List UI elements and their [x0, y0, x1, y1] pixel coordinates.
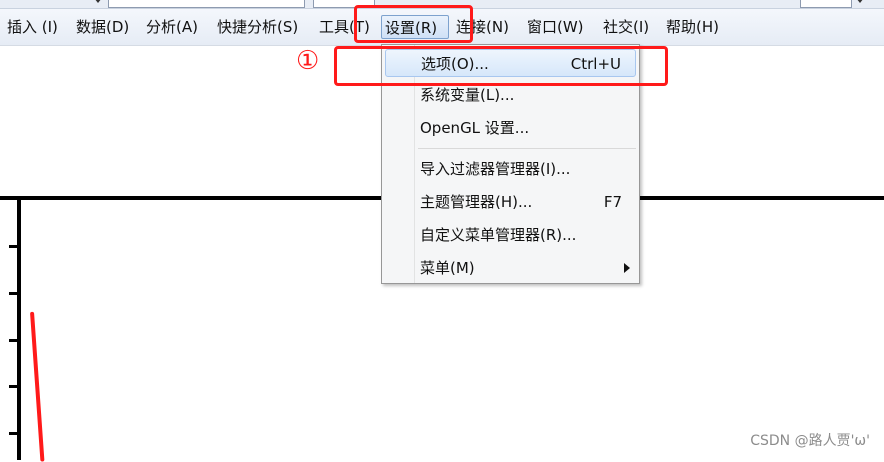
- menu-window[interactable]: 窗口(W): [524, 15, 587, 39]
- menu-insert[interactable]: 插入 (I): [4, 15, 61, 39]
- watermark: CSDN @路人贾'ω': [750, 433, 870, 449]
- axis-tick: [9, 245, 18, 248]
- annotation-step-marker: ①: [296, 46, 320, 76]
- axis-tick: [9, 292, 18, 295]
- toolbar-dropdown-arrow-icon[interactable]: [94, 0, 102, 3]
- axis-tick: [9, 385, 18, 388]
- menu-separator: [418, 148, 636, 149]
- annotation-box-options-item: [334, 46, 668, 86]
- menu-item-label: 导入过滤器管理器(I)...: [420, 160, 571, 178]
- toolbar-combo-box[interactable]: [108, 0, 305, 8]
- menu-item-label: 菜单(M): [420, 259, 475, 277]
- menu-item-import-filter-manager[interactable]: 导入过滤器管理器(I)...: [385, 155, 636, 183]
- toolbar-dropdown-arrow-icon-2[interactable]: [856, 0, 864, 3]
- menu-social[interactable]: 社交(I): [600, 15, 652, 39]
- submenu-arrow-icon: [624, 263, 630, 273]
- graph-frame-left-edge: [17, 196, 21, 460]
- menu-item-menu[interactable]: 菜单(M): [385, 254, 636, 282]
- toolbar-combo-box-3[interactable]: [800, 0, 852, 8]
- menu-item-opengl-settings[interactable]: OpenGL 设置...: [385, 114, 636, 142]
- red-annotation-stroke: [30, 311, 45, 462]
- menu-item-theme-manager[interactable]: 主题管理器(H)... F7: [385, 188, 636, 216]
- menu-data[interactable]: 数据(D): [73, 15, 132, 39]
- axis-tick: [9, 432, 18, 435]
- annotation-box-settings-menu: [354, 5, 473, 43]
- menu-quick-analysis[interactable]: 快捷分析(S): [214, 15, 301, 39]
- menu-item-label: 自定义菜单管理器(R)...: [420, 226, 577, 244]
- menu-help[interactable]: 帮助(H): [663, 15, 722, 39]
- menu-item-shortcut: F7: [603, 193, 622, 211]
- menu-item-label: 主题管理器(H)...: [420, 193, 533, 211]
- axis-tick: [9, 339, 18, 342]
- menu-item-custom-menu-manager[interactable]: 自定义菜单管理器(R)...: [385, 221, 636, 249]
- menu-item-label: OpenGL 设置...: [420, 119, 530, 137]
- menu-analysis[interactable]: 分析(A): [143, 15, 201, 39]
